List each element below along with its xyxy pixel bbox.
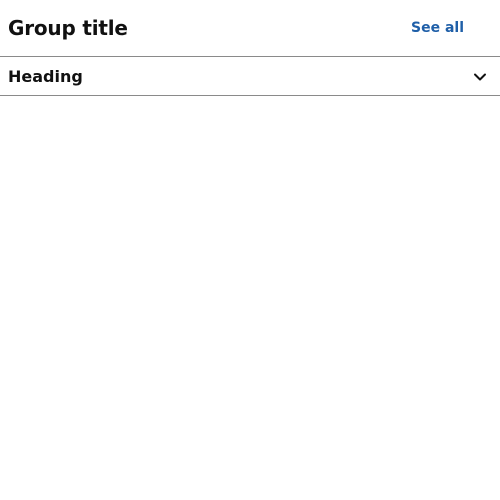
- chevron-down-icon[interactable]: [473, 70, 487, 84]
- see-all-link[interactable]: See all: [411, 18, 464, 38]
- accordion-heading: Heading: [8, 67, 83, 86]
- page: Group title See all Heading: [0, 0, 500, 500]
- group-title: Group title: [8, 16, 128, 40]
- group-header: Group title See all: [0, 0, 500, 56]
- accordion-item[interactable]: Heading: [0, 56, 500, 96]
